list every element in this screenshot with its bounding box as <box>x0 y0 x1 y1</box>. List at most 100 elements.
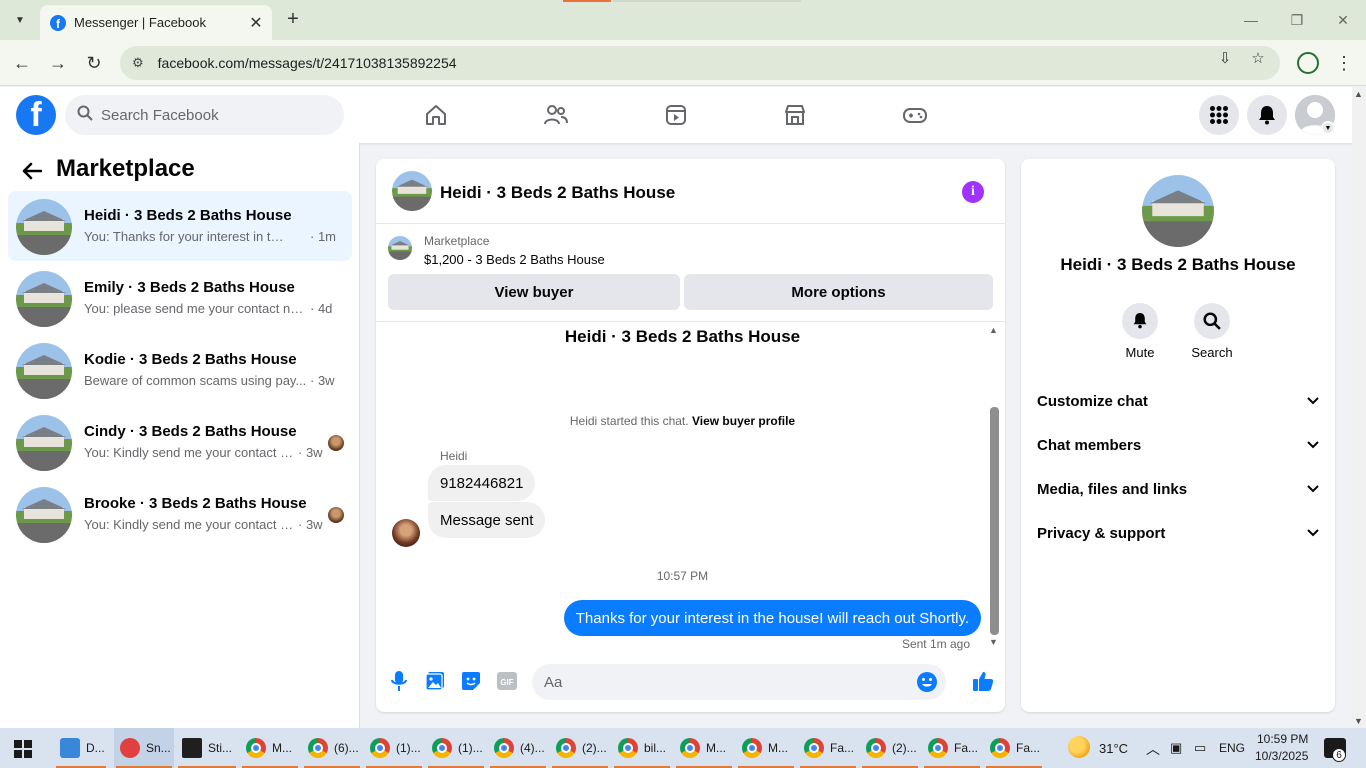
message-composer[interactable] <box>532 664 946 700</box>
restore-icon[interactable]: ❐ <box>1285 8 1309 32</box>
taskbar-item-chrome[interactable]: M... <box>674 728 734 768</box>
network-icon[interactable]: ▭ <box>1194 740 1206 756</box>
chat-header-thumbnail[interactable] <box>392 171 432 211</box>
friends-icon[interactable] <box>538 97 574 133</box>
page-scrollbar[interactable]: ▲ ▼ <box>1352 87 1366 728</box>
mute-button[interactable]: Mute <box>1110 303 1170 360</box>
sticker-icon[interactable] <box>460 670 482 692</box>
microphone-icon[interactable] <box>388 670 410 692</box>
facebook-logo-icon[interactable]: f <box>16 95 56 135</box>
conversation-item-cindy[interactable]: Cindy · 3 Beds 2 Baths House You: Kindly… <box>8 407 352 477</box>
clock-date[interactable]: 10/3/2025 <box>1255 749 1308 763</box>
incoming-message[interactable]: Message sent <box>428 502 546 538</box>
minimize-icon[interactable]: — <box>1239 8 1263 32</box>
taskbar-label: M... <box>768 741 788 755</box>
taskbar-item-chrome[interactable]: Fa... <box>984 728 1044 768</box>
site-info-icon[interactable]: ⚙ <box>132 55 144 71</box>
window-close-icon[interactable]: ✕ <box>1331 8 1355 32</box>
chrome-icon <box>308 738 328 758</box>
close-tab-icon[interactable]: ✕ <box>246 13 266 33</box>
taskbar-label: (1)... <box>458 741 483 755</box>
page-scroll-down-icon[interactable]: ▼ <box>1354 716 1363 726</box>
bookmark-star-icon[interactable]: ☆ <box>1248 48 1268 68</box>
search-in-chat-button[interactable]: Search <box>1182 303 1242 360</box>
facebook-search[interactable] <box>65 95 344 135</box>
sender-avatar[interactable] <box>392 519 420 547</box>
taskbar-item-sticky-notes[interactable]: Sti... <box>176 728 238 768</box>
facebook-header: f ▼ <box>0 87 1352 143</box>
listing-thumbnail-large[interactable] <box>1142 175 1214 247</box>
photo-icon[interactable] <box>424 670 446 692</box>
back-arrow-icon[interactable] <box>20 159 44 183</box>
media-files-links-section[interactable]: Media, files and links <box>1029 467 1327 511</box>
chat-members-section[interactable]: Chat members <box>1029 423 1327 467</box>
chat-scrollbar-thumb[interactable] <box>990 407 999 635</box>
conversation-info-icon[interactable]: i <box>962 181 984 203</box>
tray-chevron-up-icon[interactable]: ︿ <box>1146 739 1160 759</box>
language-indicator[interactable]: ENG <box>1219 741 1245 755</box>
taskbar-item-chrome[interactable]: (2)... <box>860 728 920 768</box>
back-icon[interactable]: ← <box>10 51 34 75</box>
incoming-message[interactable]: 9182446821 <box>428 465 536 501</box>
more-options-button[interactable]: More options <box>684 274 993 310</box>
forward-icon[interactable]: → <box>46 51 70 75</box>
browser-menu-icon[interactable]: ⋮ <box>1334 51 1354 75</box>
page-scroll-up-icon[interactable]: ▲ <box>1354 89 1363 99</box>
new-tab-button[interactable]: + <box>282 8 304 30</box>
taskbar-item-chrome[interactable]: (6)... <box>302 728 362 768</box>
taskbar-item-chrome[interactable]: M... <box>240 728 300 768</box>
marketplace-icon[interactable] <box>777 97 813 133</box>
like-thumb-icon[interactable] <box>972 670 994 692</box>
taskbar-item-chrome[interactable]: M... <box>736 728 796 768</box>
account-chevron-down-icon[interactable]: ▼ <box>1321 121 1335 135</box>
install-app-icon[interactable]: ⇩ <box>1215 48 1235 68</box>
taskbar-item-chrome[interactable]: (4)... <box>488 728 548 768</box>
video-icon[interactable] <box>658 97 694 133</box>
address-bar[interactable]: ⚙ facebook.com/messages/t/24171038135892… <box>120 46 1280 80</box>
taskbar-item-chrome[interactable]: Fa... <box>922 728 982 768</box>
temperature[interactable]: 31°C <box>1099 741 1128 756</box>
conversation-item-heidi[interactable]: Heidi · 3 Beds 2 Baths House You: Thanks… <box>8 191 352 261</box>
view-buyer-profile-link[interactable]: View buyer profile <box>692 414 795 428</box>
notifications-bell-icon[interactable] <box>1247 95 1287 135</box>
tab-strip-accent <box>563 0 611 2</box>
emoji-icon[interactable] <box>916 671 938 693</box>
weather-icon[interactable] <box>1068 736 1090 758</box>
reload-icon[interactable]: ↻ <box>82 51 106 75</box>
chat-title[interactable]: Heidi · 3 Beds 2 Baths House <box>440 183 675 203</box>
conversation-item-emily[interactable]: Emily · 3 Beds 2 Baths House You: please… <box>8 263 352 333</box>
view-buyer-button[interactable]: View buyer <box>388 274 680 310</box>
taskbar-item-chrome[interactable]: (1)... <box>364 728 424 768</box>
gaming-icon[interactable] <box>897 97 933 133</box>
url-text[interactable]: facebook.com/messages/t/2417103813589225… <box>158 55 457 71</box>
gif-icon[interactable]: GIF <box>496 670 518 692</box>
home-icon[interactable] <box>418 97 454 133</box>
browser-tab-messenger[interactable]: f Messenger | Facebook ✕ <box>40 5 272 40</box>
conversation-item-brooke[interactable]: Brooke · 3 Beds 2 Baths House You: Kindl… <box>8 479 352 549</box>
taskbar-item-chrome[interactable]: Fa... <box>798 728 858 768</box>
clock-time[interactable]: 10:59 PM <box>1257 732 1308 746</box>
conversation-preview: Beware of common scams using pay... <box>84 373 307 388</box>
section-label: Media, files and links <box>1037 480 1188 498</box>
taskbar-item-snipping[interactable]: Sn... <box>114 728 174 768</box>
tab-search-chevron-icon[interactable]: ▼ <box>8 8 32 32</box>
conversation-preview: You: please send me your contact nu... <box>84 301 306 316</box>
taskbar-item-chrome[interactable]: (1)... <box>426 728 486 768</box>
listing-title[interactable]: $1,200 - 3 Beds 2 Baths House <box>424 252 605 267</box>
menu-grid-icon[interactable] <box>1199 95 1239 135</box>
taskbar-item-chrome[interactable]: bil... <box>612 728 672 768</box>
taskbar-item-downloads[interactable]: D... <box>54 728 108 768</box>
windows-start-icon[interactable] <box>14 740 32 758</box>
customize-chat-section[interactable]: Customize chat <box>1029 379 1327 423</box>
taskbar-item-chrome[interactable]: (2)... <box>550 728 610 768</box>
privacy-support-section[interactable]: Privacy & support <box>1029 511 1327 555</box>
meet-now-icon[interactable]: ▣ <box>1170 740 1182 756</box>
chat-scroll-down-icon[interactable]: ▼ <box>989 637 998 647</box>
browser-profile-icon[interactable] <box>1297 52 1319 74</box>
conversation-time: · 4d <box>310 301 333 316</box>
message-input[interactable] <box>544 673 904 691</box>
search-input[interactable] <box>101 106 321 124</box>
chat-scroll-up-icon[interactable]: ▲ <box>989 325 998 335</box>
conversation-item-kodie[interactable]: Kodie · 3 Beds 2 Baths House Beware of c… <box>8 335 352 405</box>
outgoing-message[interactable]: Thanks for your interest in the houseI w… <box>563 600 981 636</box>
